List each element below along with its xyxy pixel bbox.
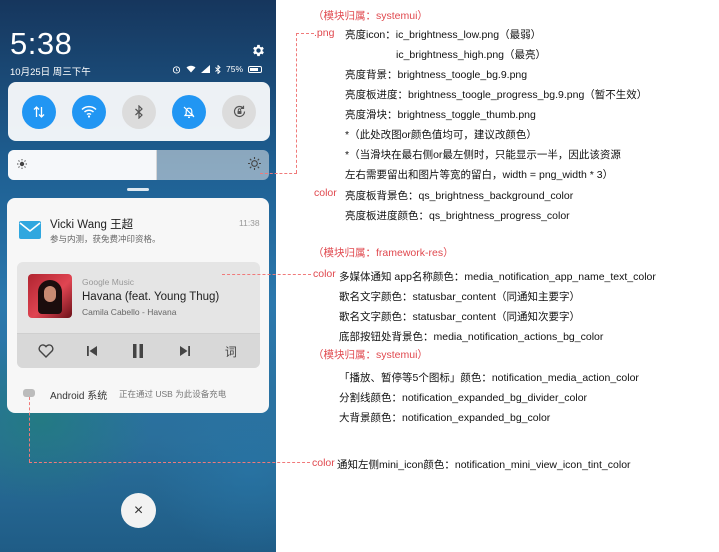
battery-percent: 75% xyxy=(226,64,244,74)
bluetooth-toggle[interactable] xyxy=(122,94,156,129)
connector-line xyxy=(29,462,310,463)
png-tag: .png xyxy=(314,27,335,39)
annotation-line: 通知左侧mini_icon颜色：notification_mini_view_i… xyxy=(337,459,631,471)
brightness-slider[interactable] xyxy=(8,150,269,180)
lyrics-icon[interactable]: 词 xyxy=(221,341,241,361)
wifi-icon xyxy=(186,65,196,73)
color-tag: color xyxy=(312,457,335,469)
silent-toggle[interactable] xyxy=(172,94,206,129)
next-icon[interactable] xyxy=(175,341,195,361)
screen: 5:38 10月25日 周三下午 75% Vicki Wang 王超 参与内测，… xyxy=(0,0,719,552)
media-notification[interactable]: Google Music Havana (feat. Young Thug) C… xyxy=(17,262,260,368)
annotation-line: 歌名文字颜色：statusbar_content（同通知主要字） xyxy=(339,291,580,303)
wifi-icon xyxy=(81,105,97,118)
annotation-line: 歌名文字颜色：statusbar_content（同通知次要字） xyxy=(339,311,580,323)
media-actions-bar: 词 xyxy=(17,333,260,368)
album-art xyxy=(28,274,72,318)
data-transfer-toggle[interactable] xyxy=(22,94,56,129)
connector-line xyxy=(260,173,297,174)
system-message: 正在通过 USB 为此设备充电 xyxy=(119,389,227,399)
notification-sender: Vicki Wang 王超 xyxy=(50,219,134,231)
rotation-lock-icon xyxy=(233,105,245,118)
signal-icon xyxy=(201,65,210,73)
annotation-line: *（当滑块在最右侧or最左侧时，只能显示一半，因此该资源 xyxy=(345,149,621,161)
annotation-line: *（此处改图or颜色值均可，建议改颜色） xyxy=(345,129,537,141)
annotation-line: 大背景颜色：notification_expanded_bg_color xyxy=(339,412,551,424)
media-app-name: Google Music xyxy=(82,277,134,287)
data-transfer-icon xyxy=(33,105,45,118)
annotation-line: 亮度背景：brightness_toogle_bg.9.png xyxy=(345,69,528,81)
status-date: 10月25日 周三下午 xyxy=(10,67,91,78)
pause-icon[interactable] xyxy=(128,341,148,361)
module-label-systemui: （模块归属：systemui） xyxy=(313,10,428,22)
annotation-line: 亮度板进度：brightness_toogle_progress_bg.9.pn… xyxy=(345,89,648,101)
bluetooth-icon xyxy=(215,64,221,74)
module-label-framework: （模块归属：framework-res） xyxy=(313,247,454,259)
bluetooth-icon xyxy=(135,104,143,119)
color-tag: color xyxy=(314,187,337,199)
notification-panel: Vicki Wang 王超 参与内测，获免费冲印资格。 11:38 Google… xyxy=(7,198,269,413)
annotation-line: 「播放、暂停等5个图标」颜色：notification_media_action… xyxy=(339,372,639,384)
brightness-low-icon xyxy=(17,159,27,169)
brightness-progress xyxy=(8,150,157,180)
previous-icon[interactable] xyxy=(82,341,102,361)
alarm-icon xyxy=(172,65,181,74)
heart-icon[interactable] xyxy=(36,341,56,361)
module-label-systemui: （模块归属：systemui） xyxy=(313,349,428,361)
annotation-line: 左右需要留出和图片等宽的留白，width = png_width * 3） xyxy=(345,169,614,181)
annotation-line: 亮度滑块：brightness_toggle_thumb.png xyxy=(345,109,536,121)
annotation-line: 亮度板背景色：qs_brightness_background_color xyxy=(345,190,574,202)
media-artist: Camila Cabello - Havana xyxy=(82,307,177,317)
brightness-high-icon xyxy=(248,157,261,170)
gear-icon[interactable] xyxy=(251,43,266,58)
quick-settings-panel xyxy=(8,82,270,141)
wifi-toggle[interactable] xyxy=(72,94,106,129)
connector-line xyxy=(222,274,311,275)
notification-shade: 5:38 10月25日 周三下午 75% Vicki Wang 王超 参与内测，… xyxy=(0,0,276,552)
color-tag: color xyxy=(313,268,336,280)
annotation-line: 亮度icon：ic_brightness_low.png（最弱） xyxy=(345,29,542,41)
media-title: Havana (feat. Young Thug) xyxy=(82,291,220,303)
connector-line xyxy=(296,33,297,173)
annotation-line: ic_brightness_high.png（最亮） xyxy=(396,49,546,61)
annotation-line: 亮度板进度颜色：qs_brightness_progress_color xyxy=(345,210,570,222)
annotation-line: 分割线颜色：notification_expanded_bg_divider_c… xyxy=(339,392,588,404)
connector-line xyxy=(296,33,314,34)
close-button[interactable]: × xyxy=(121,493,156,528)
panel-drag-handle[interactable] xyxy=(127,188,149,191)
annotation-line: 底部按钮处背景色：media_notification_actions_bg_c… xyxy=(339,331,604,343)
status-time: 5:38 xyxy=(10,26,73,61)
notification-message: 参与内测，获免费冲印资格。 xyxy=(50,234,161,244)
bell-off-icon xyxy=(183,106,195,118)
mail-icon xyxy=(19,221,41,239)
connector-line xyxy=(29,397,30,462)
notification-time: 11:38 xyxy=(239,218,260,228)
annotation-line: 多媒体通知 app名称颜色：media_notification_app_nam… xyxy=(339,271,656,283)
rotation-lock-toggle[interactable] xyxy=(222,94,256,129)
battery-icon xyxy=(248,65,263,73)
status-icons: 75% xyxy=(172,64,263,74)
mini-icon xyxy=(23,389,35,397)
system-app-name: Android 系统 xyxy=(50,391,108,402)
